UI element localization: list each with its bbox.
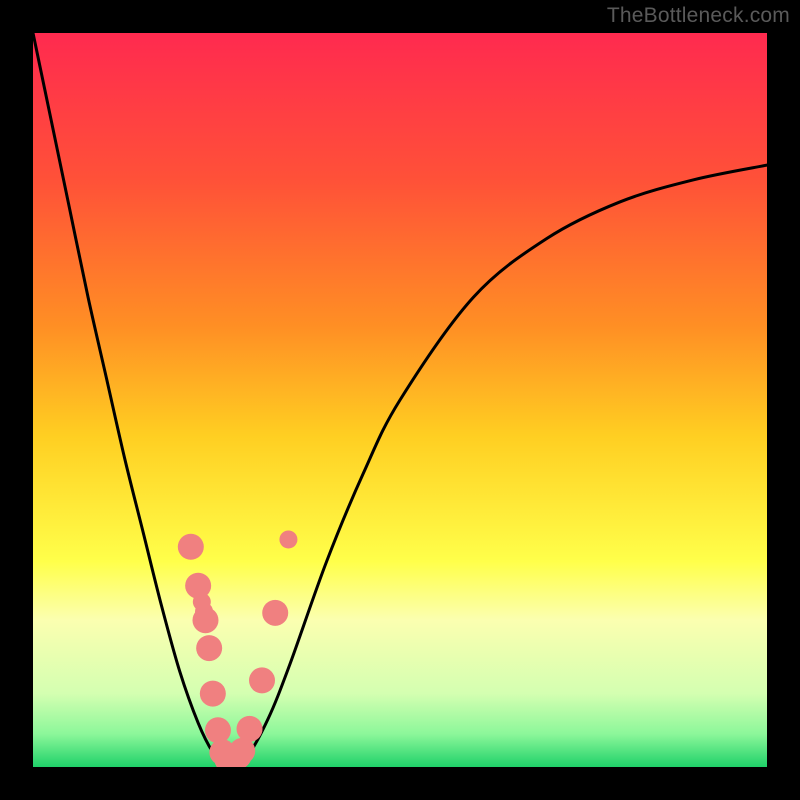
chart-svg (33, 33, 767, 767)
data-marker (205, 717, 231, 743)
data-marker (249, 667, 275, 693)
chart-container: TheBottleneck.com (0, 0, 800, 800)
data-marker (192, 607, 218, 633)
watermark-text: TheBottleneck.com (607, 4, 790, 28)
data-marker (196, 635, 222, 661)
plot-area (33, 33, 767, 767)
data-marker (200, 681, 226, 707)
data-marker (262, 600, 288, 626)
data-marker (279, 530, 297, 548)
data-marker (237, 716, 263, 742)
data-marker (229, 738, 255, 764)
data-marker (178, 534, 204, 560)
